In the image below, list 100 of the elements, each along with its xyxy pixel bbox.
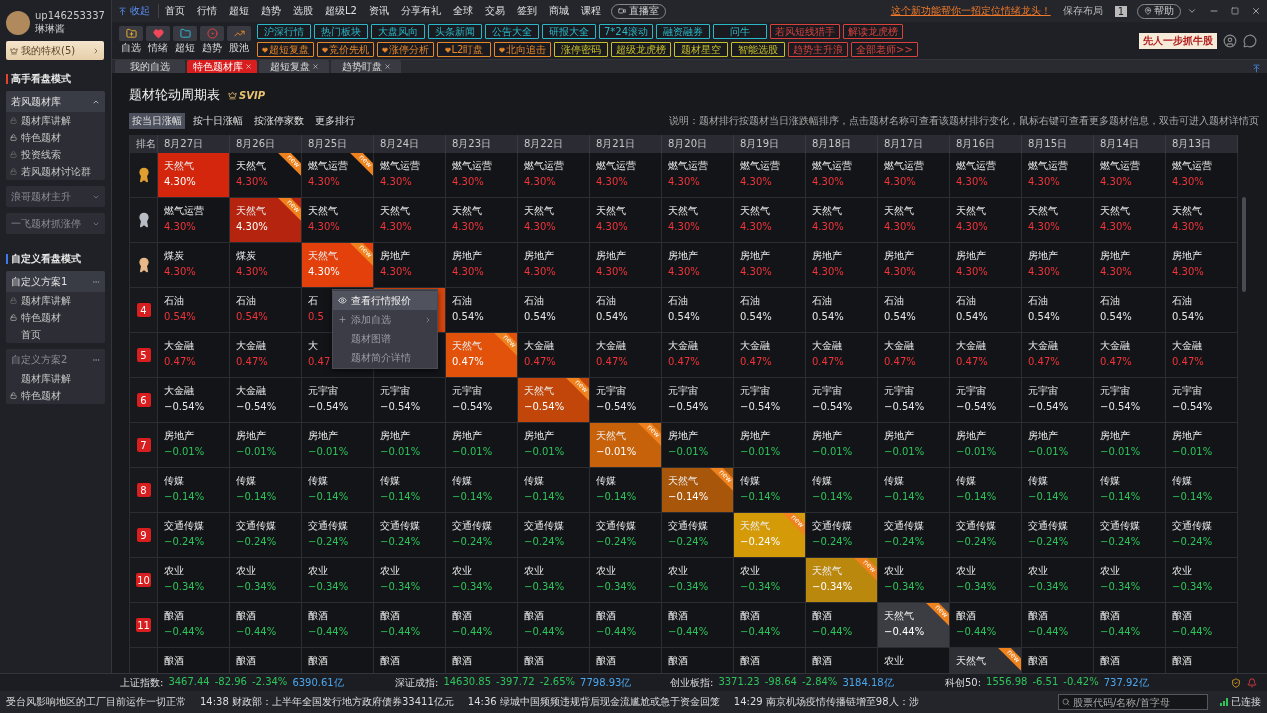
topic-name: 石油 <box>884 294 904 308</box>
change-value: −0.54% <box>596 401 637 412</box>
change-value: −0.44% <box>956 626 997 637</box>
column-header: 8月26日 <box>230 135 302 153</box>
change-value: 0.54% <box>596 311 628 322</box>
topic-name: 房地产 <box>308 429 338 443</box>
topic-name: 传媒 <box>596 474 616 488</box>
change-value: −0.24% <box>956 536 997 547</box>
change-value: 4.30% <box>452 176 484 187</box>
topic-name: 交通传媒 <box>380 519 420 533</box>
column-header: 8月18日 <box>806 135 878 153</box>
topic-name: 燃气运营 <box>1172 159 1212 173</box>
topic-name: 燃气运营 <box>668 159 708 173</box>
topic-name: 酿酒 <box>308 609 328 623</box>
change-value: 4.30% <box>596 221 628 232</box>
rank-number: 8 <box>136 483 151 497</box>
change-value: −0.54% <box>236 401 277 412</box>
column-header: 8月21日 <box>590 135 662 153</box>
topic-name: 房地产 <box>1100 429 1130 443</box>
topic-name: 大金融 <box>740 339 770 353</box>
index-name: 创业板指: <box>670 675 714 690</box>
topic-name: 元宇宙 <box>956 384 986 398</box>
svip-label: SVIP <box>239 89 265 101</box>
change-value: −0.44% <box>1100 626 1141 637</box>
change-value: −0.24% <box>164 536 205 547</box>
change-value: 4.30% <box>1172 221 1204 232</box>
change-value: 4.30% <box>452 221 484 232</box>
change-value: −0.14% <box>524 491 565 502</box>
change-value: 4.30% <box>236 221 268 232</box>
topic-name: 天然气 <box>452 339 482 353</box>
change-value: 4.30% <box>884 176 916 187</box>
topic-name: 房地产 <box>1028 249 1058 263</box>
topic-name: 农业 <box>308 564 328 578</box>
change-value: 0.54% <box>452 311 484 322</box>
topic-name: 酿酒 <box>596 654 616 668</box>
topic-name: 石油 <box>596 294 616 308</box>
change-value: −0.34% <box>164 581 205 592</box>
change-value: 0.54% <box>812 311 844 322</box>
topic-name: 房地产 <box>812 429 842 443</box>
change-value: −0.44% <box>668 626 709 637</box>
topic-name: 天然气 <box>812 204 842 218</box>
change-value: 4.30% <box>956 176 988 187</box>
topic-name: 大金融 <box>236 384 266 398</box>
topic-name: 燃气运营 <box>812 159 852 173</box>
topic-name: 房地产 <box>884 429 914 443</box>
change-value: −0.14% <box>668 491 709 502</box>
column-header: 8月23日 <box>446 135 518 153</box>
change-value: −0.34% <box>236 581 277 592</box>
topic-name: 大金融 <box>884 339 914 353</box>
change-value: −0.34% <box>1028 581 1069 592</box>
change-value: −0.44% <box>236 626 277 637</box>
change-value: 0.47% <box>884 356 916 367</box>
topic-name: 大金融 <box>1100 339 1130 353</box>
topic-name: 天然气 <box>956 654 986 668</box>
change-value: 0.47% <box>1172 356 1204 367</box>
change-value: −0.54% <box>1172 401 1213 412</box>
change-value: 0.47% <box>524 356 556 367</box>
topic-name: 农业 <box>452 564 472 578</box>
change-value: 4.30% <box>812 221 844 232</box>
change-value: −0.24% <box>740 536 781 547</box>
topic-name: 天然气 <box>812 564 842 578</box>
change-value: −0.24% <box>1028 536 1069 547</box>
index-price: 1556.98 <box>986 675 1028 689</box>
topic-name: 天然气 <box>380 204 410 218</box>
topic-name: 酿酒 <box>740 609 760 623</box>
topic-name: 传媒 <box>308 474 328 488</box>
change-value: 4.30% <box>524 266 556 277</box>
rank-number: 9 <box>136 528 151 542</box>
topic-name: 酿酒 <box>524 654 544 668</box>
change-value: −0.34% <box>956 581 997 592</box>
change-value: 0.47% <box>668 356 700 367</box>
topic-name: 交通传媒 <box>1172 519 1212 533</box>
change-value: −0.24% <box>524 536 565 547</box>
topic-name: 元宇宙 <box>308 384 338 398</box>
change-value: −0.54% <box>668 401 709 412</box>
topic-name: 传媒 <box>1100 474 1120 488</box>
topic-name: 天然气 <box>236 204 266 218</box>
change-value: 0.47% <box>812 356 844 367</box>
topic-name: 房地产 <box>884 249 914 263</box>
topic-name: 酿酒 <box>308 654 328 668</box>
topic-name: 燃气运营 <box>956 159 996 173</box>
topic-name: 农业 <box>236 564 256 578</box>
change-value: 0.54% <box>740 311 772 322</box>
topic-name: 传媒 <box>164 474 184 488</box>
topic-name: 房地产 <box>956 249 986 263</box>
topic-name: 元宇宙 <box>1172 384 1202 398</box>
change-value: 4.30% <box>1028 221 1060 232</box>
topic-name: 酿酒 <box>1172 654 1192 668</box>
topic-name: 交通传媒 <box>956 519 996 533</box>
change-value: −0.01% <box>812 446 853 457</box>
change-value: −0.01% <box>380 446 421 457</box>
topic-name: 交通传媒 <box>668 519 708 533</box>
change-value: −0.14% <box>812 491 853 502</box>
change-value: −0.24% <box>668 536 709 547</box>
column-header: 8月27日 <box>158 135 230 153</box>
change-value: 0.47% <box>452 356 484 367</box>
change-value: −0.34% <box>1172 581 1213 592</box>
change-value: −0.54% <box>1100 401 1141 412</box>
topic-name: 大金融 <box>236 339 266 353</box>
change-value: −0.34% <box>596 581 637 592</box>
